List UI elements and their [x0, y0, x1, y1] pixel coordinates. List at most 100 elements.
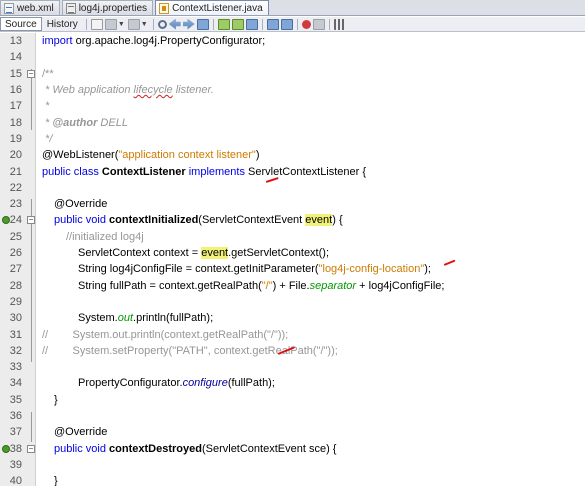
next-bookmark-icon[interactable] [231, 18, 244, 30]
diff-icon[interactable] [333, 18, 346, 30]
toggle-bookmark-icon[interactable] [245, 18, 258, 30]
code-token: @WebListener( [42, 149, 119, 162]
chevron-down-icon[interactable]: ▼ [141, 21, 148, 28]
code-token: separator [309, 279, 357, 292]
tab-log4j-properties[interactable]: log4j.properties [61, 0, 154, 15]
code-token: .println(fullPath); [133, 312, 214, 325]
toggle-highlight-icon[interactable] [196, 18, 209, 30]
start-macro-icon[interactable] [301, 19, 311, 29]
code-token: PropertyConfigurator. [78, 377, 183, 390]
code-text: public void contextInitialized(ServletCo… [54, 214, 343, 227]
code-text: import org.apache.log4j.PropertyConfigur… [42, 35, 265, 47]
code-token: event [201, 247, 229, 260]
line-number: 31 [9, 328, 22, 341]
code-text: @WebListener("application context listen… [42, 149, 260, 161]
code-line[interactable]: 30 System.out.println(fullPath); [0, 310, 585, 326]
code-text: // System.out.println(context.getRealPat… [42, 329, 288, 341]
code-text: System.out.println(fullPath); [78, 312, 213, 324]
code-line[interactable]: 23 @Override [0, 196, 585, 212]
line-number: 27 [9, 263, 22, 276]
code-line[interactable]: 22 [0, 180, 585, 196]
code-line[interactable]: 13 import org.apache.log4j.PropertyConfig… [0, 33, 585, 49]
code-line[interactable]: 25 //initialized log4j [0, 229, 585, 245]
code-line[interactable]: 27 String log4jConfigFile = context.getIn… [0, 261, 585, 277]
code-text: String fullPath = context.getRealPath("/… [78, 280, 444, 292]
code-line[interactable]: 39 [0, 457, 585, 473]
code-line[interactable]: 40} [0, 473, 585, 486]
code-line[interactable]: 37 @Override [0, 424, 585, 440]
code-text: public class ContextListener implements … [42, 166, 366, 178]
code-token: @Override [54, 198, 108, 211]
tab-web-xml[interactable]: web.xml [0, 0, 60, 15]
code-editor[interactable]: 13 import org.apache.log4j.PropertyConfig… [0, 33, 585, 486]
code-line[interactable]: 33 [0, 359, 585, 375]
code-text: String log4jConfigFile = context.getInit… [78, 263, 431, 275]
code-line[interactable]: 19 */ [0, 131, 585, 147]
fold-toggle-icon[interactable]: − [27, 69, 35, 78]
shift-left-icon[interactable] [266, 18, 279, 30]
fold-toggle-icon[interactable]: − [27, 216, 35, 225]
toolbar-separator [85, 18, 87, 30]
forward-icon[interactable] [127, 18, 140, 30]
code-text: //initialized log4j [66, 231, 144, 243]
code-line[interactable]: 29 [0, 294, 585, 310]
code-line[interactable]: 32// System.setProperty("PATH", context.… [0, 343, 585, 359]
code-line[interactable]: 20 @WebListener("application context list… [0, 147, 585, 163]
code-line[interactable]: 34 PropertyConfigurator.configure(fullPat… [0, 375, 585, 391]
code-token: } [54, 475, 58, 486]
code-line[interactable]: 35} [0, 392, 585, 408]
chevron-down-icon[interactable]: ▼ [118, 21, 125, 28]
code-line[interactable]: 28 String fullPath = context.getRealPath(… [0, 278, 585, 294]
line-number: 16 [9, 84, 22, 97]
line-number: 39 [9, 458, 22, 471]
previous-occurrence-icon[interactable] [168, 18, 181, 30]
code-line[interactable]: 26 ServletContext context = event.getServ… [0, 245, 585, 261]
code-line[interactable]: 31 // System.out.println(context.getRealP… [0, 326, 585, 342]
code-line[interactable]: 16 * Web application lifecycle listener. [0, 82, 585, 98]
code-token: + log4jConfigFile; [356, 279, 445, 292]
code-token: import [42, 35, 73, 48]
toolbar-separator [212, 18, 214, 30]
next-occurrence-icon[interactable] [182, 18, 195, 30]
find-icon[interactable] [157, 19, 167, 29]
code-line[interactable]: 17 * [0, 98, 585, 114]
line-number: 13 [9, 35, 22, 48]
source-button[interactable]: Source [0, 17, 42, 31]
code-token: @author [52, 116, 98, 129]
line-number: 35 [9, 393, 22, 406]
code-token: public void [54, 442, 106, 455]
properties-file-icon [65, 2, 76, 14]
code-line[interactable]: 21 public class ContextListener implement… [0, 163, 585, 179]
code-line[interactable]: 15−/** [0, 66, 585, 82]
code-text: * @author DELL [42, 117, 128, 129]
toolbar-separator [296, 18, 298, 30]
code-token: implements [188, 165, 245, 178]
code-text: PropertyConfigurator.configure(fullPath)… [78, 377, 275, 389]
tab-contextlistener-java[interactable]: ContextListener.java [155, 0, 269, 15]
code-token: DELL [97, 116, 128, 129]
stop-macro-icon[interactable] [312, 18, 325, 30]
code-token: "/" [261, 279, 273, 292]
code-line[interactable]: 14 [0, 49, 585, 65]
code-token: ) { [332, 214, 343, 227]
previous-bookmark-icon[interactable] [217, 18, 230, 30]
shift-right-icon[interactable] [280, 18, 293, 30]
code-line[interactable]: 18 * @author DELL [0, 115, 585, 131]
back-icon[interactable] [104, 18, 117, 30]
override-marker-icon[interactable] [2, 444, 10, 453]
code-text: * [42, 100, 49, 112]
last-edit-icon[interactable] [90, 18, 103, 30]
code-token: configure [182, 377, 228, 390]
code-token: out [117, 312, 134, 325]
code-line[interactable]: 36 [0, 408, 585, 424]
code-line[interactable]: 38− public void contextDestroyed(ServletC… [0, 441, 585, 457]
code-token: ) + File. [272, 279, 310, 292]
code-line[interactable]: 24− public void contextInitialized(Servle… [0, 212, 585, 228]
history-button[interactable]: History [42, 17, 83, 31]
line-number: 15 [9, 67, 22, 80]
line-number: 20 [9, 149, 22, 162]
code-token: * Web application [42, 84, 134, 97]
code-token: listener. [172, 84, 214, 97]
code-token: contextInitialized [109, 214, 199, 227]
fold-toggle-icon[interactable]: − [27, 444, 35, 453]
